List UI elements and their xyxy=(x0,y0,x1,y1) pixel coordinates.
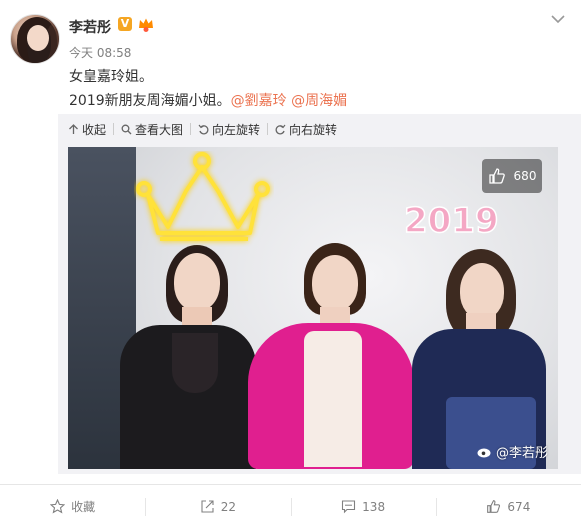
like-count: 674 xyxy=(507,499,531,514)
person-left xyxy=(112,233,262,469)
year-sticker-text: 2019 xyxy=(404,201,499,239)
comment-icon xyxy=(342,500,356,514)
action-bar: 收藏 22 138 674 xyxy=(0,484,581,528)
arrow-up-icon xyxy=(69,123,78,134)
rotate-left-button[interactable]: 向左旋转 xyxy=(198,121,260,138)
rotate-left-label: 向左旋转 xyxy=(212,122,261,137)
mention-link[interactable]: @周海媚 xyxy=(291,93,347,109)
person-middle xyxy=(248,241,414,469)
collapse-label: 收起 xyxy=(82,122,107,137)
post-text-line1: 女皇嘉玲姐。 xyxy=(69,69,153,85)
photo-like-button[interactable]: 680 xyxy=(482,159,542,193)
view-large-label: 查看大图 xyxy=(135,122,184,137)
repost-count: 22 xyxy=(220,499,237,514)
toolbar-divider xyxy=(190,123,192,135)
media-toolbar: 收起 查看大图 向左旋转 向右旋转 xyxy=(58,114,581,144)
verified-badge: V xyxy=(118,17,132,31)
rotate-left-icon xyxy=(198,124,209,134)
post-text-line2: 2019新朋友周海媚小姐。@劉嘉玲 @周海媚 xyxy=(69,90,347,110)
rotate-right-button[interactable]: 向右旋转 xyxy=(275,121,337,138)
like-button[interactable]: 674 xyxy=(435,485,581,528)
year-sticker: 2019 xyxy=(402,199,552,243)
mention-link[interactable]: @劉嘉玲 xyxy=(231,93,287,109)
favorite-button[interactable]: 收藏 xyxy=(0,485,145,528)
member-crown-icon[interactable] xyxy=(137,15,155,33)
rotate-right-icon xyxy=(275,124,286,134)
author-avatar[interactable] xyxy=(10,14,60,64)
post-photo[interactable]: 2019 680 @李若彤 xyxy=(68,147,558,469)
star-icon xyxy=(50,499,66,514)
magnifier-icon xyxy=(121,124,132,134)
thumb-up-icon xyxy=(488,168,505,184)
watermark-text: @李若彤 xyxy=(495,446,548,461)
toolbar-divider xyxy=(113,123,115,135)
comment-button[interactable]: 138 xyxy=(290,485,436,528)
favorite-label: 收藏 xyxy=(71,500,96,514)
media-panel: 收起 查看大图 向左旋转 向右旋转 2019 680 @李若彤 xyxy=(58,114,581,474)
photo-like-count: 680 xyxy=(513,169,537,183)
photo-watermark: @李若彤 xyxy=(477,442,548,461)
collapse-button[interactable]: 收起 xyxy=(68,121,106,138)
chevron-down-icon[interactable] xyxy=(551,14,565,24)
person-right xyxy=(402,247,548,469)
rotate-right-label: 向右旋转 xyxy=(289,122,338,137)
comment-count: 138 xyxy=(362,499,386,514)
weibo-logo-icon xyxy=(477,448,491,458)
thumb-up-icon xyxy=(487,500,501,513)
crown-sticker xyxy=(136,152,270,241)
toolbar-divider xyxy=(267,123,269,135)
repost-button[interactable]: 22 xyxy=(145,485,290,528)
repost-icon xyxy=(201,500,214,513)
view-large-button[interactable]: 查看大图 xyxy=(121,121,183,138)
post-text-line2-prefix: 2019新朋友周海媚小姐。 xyxy=(69,93,231,109)
post-time[interactable]: 今天 08:58 xyxy=(69,44,131,61)
author-name[interactable]: 李若彤 xyxy=(69,17,111,37)
